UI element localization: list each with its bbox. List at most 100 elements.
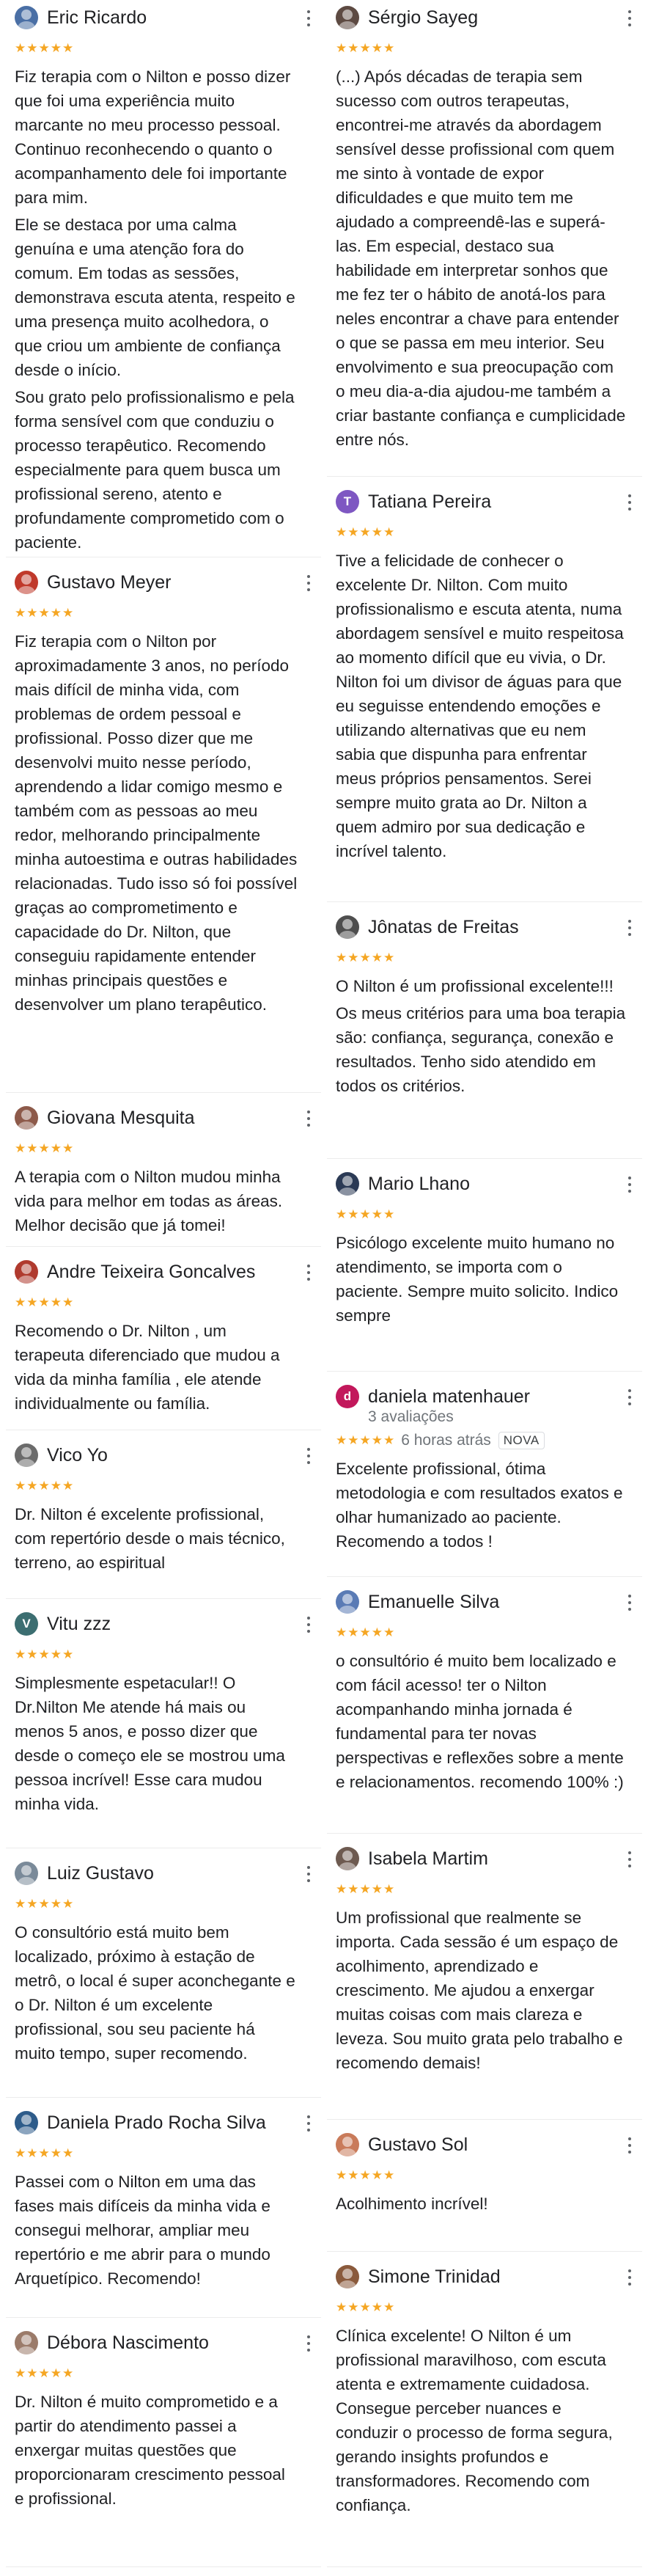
reviewer-name[interactable]: Andre Teixeira Goncalves xyxy=(47,1262,255,1283)
review-text: Passei com o Nilton em uma das fases mai… xyxy=(6,2162,306,2308)
review-text: Fiz terapia com o Nilton e posso dizer q… xyxy=(6,57,306,572)
review-paragraph: O consultório está muito bem localizado,… xyxy=(15,1923,295,2063)
reviewer-name[interactable]: Gustavo Sol xyxy=(368,2134,468,2156)
avatar[interactable]: T xyxy=(336,490,359,513)
more-vert-icon[interactable] xyxy=(306,575,311,591)
reviewer-name[interactable]: Vico Yo xyxy=(47,1445,108,1466)
review-text: Recomendo o Dr. Nilton , um terapeuta di… xyxy=(6,1311,306,1433)
more-vert-icon[interactable] xyxy=(306,2335,311,2352)
review-text: o consultório é muito bem localizado e c… xyxy=(327,1642,635,1812)
review-rating: ★★★★★ xyxy=(327,1881,642,1898)
reviewer-name[interactable]: Vitu zzz xyxy=(47,1614,111,1635)
more-vert-icon[interactable] xyxy=(306,1110,311,1127)
reviewer-name[interactable]: Mario Lhano xyxy=(368,1174,470,1195)
more-vert-icon[interactable] xyxy=(306,1617,311,1633)
reviewer-name[interactable]: daniela matenhauer xyxy=(368,1386,530,1408)
reviewer-name[interactable]: Jônatas de Freitas xyxy=(368,917,519,938)
review-text: O consultório está muito bem localizado,… xyxy=(6,1913,306,2083)
avatar[interactable]: V xyxy=(15,1612,38,1636)
reviewer-name[interactable]: Simone Trinidad xyxy=(368,2266,501,2288)
avatar[interactable] xyxy=(336,2133,359,2156)
more-vert-icon[interactable] xyxy=(627,1389,632,1405)
new-badge: NOVA xyxy=(498,1432,545,1449)
more-vert-icon[interactable] xyxy=(627,10,632,26)
review-text: Simplesmente espetacular!! O Dr.Nilton M… xyxy=(6,1664,306,1834)
review-text: O Nilton é um profissional excelente!!! O… xyxy=(327,967,635,1116)
more-vert-icon[interactable] xyxy=(627,2269,632,2286)
review-card-luiz-gustavo: Luiz Gustavo ★★★★★ O consultório está muit… xyxy=(6,1856,321,2098)
review-text: Dr. Nilton é muito comprometido e a part… xyxy=(6,2382,306,2528)
star-rating-icon: ★★★★★ xyxy=(336,2168,396,2183)
avatar[interactable] xyxy=(336,1172,359,1196)
more-vert-icon[interactable] xyxy=(306,10,311,26)
review-card-daniela-matenhauer: d daniela matenhauer 3 avaliações ★★★★★ 6 ho… xyxy=(327,1379,642,1577)
review-rating: ★★★★★ xyxy=(6,1895,321,1913)
avatar[interactable]: d xyxy=(336,1385,359,1408)
avatar-initial: V xyxy=(22,1617,31,1631)
review-rating: ★★★★★ xyxy=(6,604,321,622)
avatar[interactable] xyxy=(336,6,359,29)
avatar[interactable] xyxy=(15,6,38,29)
review-card-daniela-prado-rocha-silva: Daniela Prado Rocha Silva ★★★★★ Passei com… xyxy=(6,2105,321,2318)
avatar-initial: d xyxy=(343,1389,352,1403)
review-timestamp: 6 horas atrás xyxy=(401,1432,491,1449)
review-header: Giovana Mesquita xyxy=(6,1100,321,1130)
review-paragraph: o consultório é muito bem localizado e c… xyxy=(336,1652,624,1791)
more-vert-icon[interactable] xyxy=(627,2137,632,2154)
more-vert-icon[interactable] xyxy=(627,1851,632,1867)
review-paragraph: Clínica excelente! O Nilton é um profiss… xyxy=(336,2327,613,2514)
review-paragraph: Tive a felicidade de conhecer o excelent… xyxy=(336,552,624,860)
review-paragraph: Acolhimento incrível! xyxy=(336,2195,488,2213)
reviewer-name[interactable]: Sérgio Sayeg xyxy=(368,7,478,29)
avatar[interactable] xyxy=(15,571,38,594)
review-text: Clínica excelente! O Nilton é um profiss… xyxy=(327,2316,635,2535)
more-vert-icon[interactable] xyxy=(627,1177,632,1193)
review-text: (...) Após décadas de terapia sem sucess… xyxy=(327,57,635,469)
more-vert-icon[interactable] xyxy=(627,920,632,936)
reviewer-name[interactable]: Tatiana Pereira xyxy=(368,491,491,513)
review-paragraph: Simplesmente espetacular!! O Dr.Nilton M… xyxy=(15,1674,285,1813)
review-text: Fiz terapia com o Nilton por aproximadam… xyxy=(6,622,306,1034)
review-header: Isabela Martim xyxy=(327,1841,642,1870)
reviewer-name[interactable]: Luiz Gustavo xyxy=(47,1863,154,1884)
avatar[interactable] xyxy=(336,2265,359,2288)
more-vert-icon[interactable] xyxy=(306,1866,311,1882)
avatar[interactable] xyxy=(15,2331,38,2354)
review-rating: ★★★★★ xyxy=(327,1624,642,1642)
avatar[interactable] xyxy=(336,915,359,939)
more-vert-icon[interactable] xyxy=(306,1265,311,1281)
reviewer-name[interactable]: Emanuelle Silva xyxy=(368,1592,499,1613)
reviewer-name[interactable]: Gustavo Meyer xyxy=(47,572,172,593)
avatar[interactable] xyxy=(336,1590,359,1614)
star-rating-icon: ★★★★★ xyxy=(15,1141,75,1156)
avatar[interactable] xyxy=(15,1260,38,1284)
reviewer-name[interactable]: Giovana Mesquita xyxy=(47,1108,195,1129)
more-vert-icon[interactable] xyxy=(627,494,632,511)
star-rating-icon: ★★★★★ xyxy=(15,2366,75,2381)
review-paragraph: Um profissional que realmente se importa… xyxy=(336,1909,623,2072)
review-paragraph: Fiz terapia com o Nilton por aproximadam… xyxy=(15,632,298,1014)
avatar[interactable] xyxy=(15,2111,38,2134)
review-paragraph: Dr. Nilton é excelente profissional, com… xyxy=(15,1505,285,1572)
reviewer-name[interactable]: Eric Ricardo xyxy=(47,7,147,29)
avatar[interactable] xyxy=(15,1443,38,1467)
reviewer-name[interactable]: Daniela Prado Rocha Silva xyxy=(47,2112,266,2134)
star-rating-icon: ★★★★★ xyxy=(336,1207,396,1222)
avatar[interactable] xyxy=(336,1847,359,1870)
star-rating-icon: ★★★★★ xyxy=(336,1882,396,1897)
more-vert-icon[interactable] xyxy=(627,1595,632,1611)
review-header: Sérgio Sayeg xyxy=(327,0,642,29)
review-card-vico-yo: Vico Yo ★★★★★ Dr. Nilton é excelente profi… xyxy=(6,1438,321,1599)
avatar[interactable] xyxy=(15,1106,38,1130)
review-rating: ★★★★★ xyxy=(327,524,642,541)
review-header: Andre Teixeira Goncalves xyxy=(6,1254,321,1284)
more-vert-icon[interactable] xyxy=(306,1448,311,1464)
review-rating: ★★★★★ xyxy=(327,40,642,57)
review-rating: ★★★★★ xyxy=(6,40,321,57)
reviewer-name[interactable]: Débora Nascimento xyxy=(47,2332,209,2354)
reviewer-name[interactable]: Isabela Martim xyxy=(368,1848,488,1870)
avatar[interactable] xyxy=(15,1862,38,1885)
more-vert-icon[interactable] xyxy=(306,2115,311,2132)
star-rating-icon: ★★★★★ xyxy=(336,1433,396,1448)
star-rating-icon: ★★★★★ xyxy=(15,1479,75,1493)
